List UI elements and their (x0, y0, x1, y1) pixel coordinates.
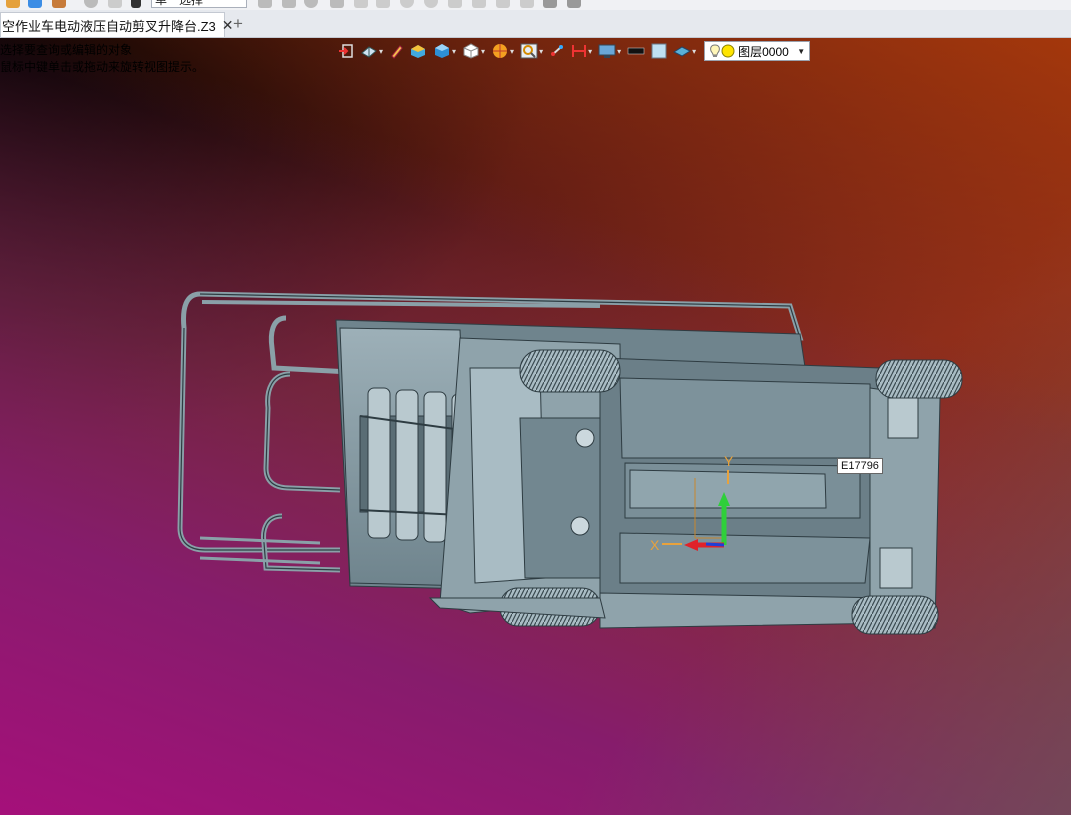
x-axis-label: X (650, 537, 660, 553)
render-button[interactable]: ▾ (489, 41, 516, 61)
redo-icon[interactable] (108, 0, 122, 8)
lightbulb-icon (710, 44, 720, 57)
document-tab-title: 空作业车电动液压自动剪叉升降台.Z3 (2, 18, 216, 34)
measure-button[interactable]: ▾ (569, 41, 594, 61)
render-sphere-icon (493, 44, 508, 58)
new-file-icon[interactable] (6, 0, 20, 8)
pick-icon[interactable] (258, 0, 272, 8)
background-color-button[interactable] (625, 41, 647, 61)
display-settings-button[interactable]: ▾ (596, 41, 623, 61)
layer-color-icon (721, 44, 735, 58)
undo-icon[interactable] (84, 0, 98, 8)
layer-name: 图层0000 (738, 44, 789, 59)
measure-icon (572, 45, 587, 57)
wireframe-mode-button[interactable]: ▾ (460, 41, 487, 61)
shaded-box-icon (411, 45, 426, 58)
pick-edge-icon[interactable] (304, 0, 318, 8)
line-icon[interactable] (354, 0, 368, 8)
scissor-lift-model[interactable] (0, 38, 1071, 815)
entity-label: E17796 (837, 458, 883, 474)
pick-point-icon[interactable] (330, 0, 344, 8)
selection-filter-input[interactable]: 单一选择 (151, 0, 247, 8)
display-settings-icon (598, 44, 616, 58)
chevron-down-icon[interactable]: ▼ (797, 47, 805, 56)
pan-icon (551, 45, 564, 56)
settings-gear-icon[interactable] (543, 0, 557, 8)
sketch-icon[interactable] (496, 0, 510, 8)
box-white-icon (463, 43, 479, 59)
y-axis-label: Y (724, 453, 734, 469)
display-mode-button[interactable]: ▾ (431, 41, 458, 61)
layer-select[interactable]: 图层0000 ▼ (704, 41, 811, 61)
view-toolbar: ▾ ▾ ▾ ▾ ▾ ▾ ▾ ▾ 图层0000 ▼ (336, 40, 811, 62)
filter-icon[interactable] (131, 0, 141, 8)
view-orient-icon (361, 46, 377, 58)
box-blue-icon (435, 44, 450, 58)
pick-face-icon[interactable] (282, 0, 296, 8)
graphics-viewport[interactable]: 选择要查询或编辑的对象 鼠标中键单击或拖动来旋转视图提示。 ▾ ▾ ▾ ▾ ▾ (0, 38, 1071, 815)
spline-icon[interactable] (448, 0, 462, 8)
open-file-icon[interactable] (28, 0, 42, 8)
zoom-button[interactable]: ▾ (518, 41, 545, 61)
arc-icon[interactable] (424, 0, 438, 8)
plane-icon (673, 46, 692, 57)
black-rect-icon (627, 47, 645, 55)
z-axis-arrow (705, 542, 725, 547)
options-gear-icon[interactable] (567, 0, 581, 8)
shaded-mode-button[interactable] (407, 41, 429, 61)
exit-sketch-button[interactable] (336, 41, 356, 61)
view-orient-button[interactable]: ▾ (358, 41, 385, 61)
sketch-pencil-button[interactable] (387, 41, 405, 61)
prompt-line-1: 选择要查询或编辑的对象 (0, 43, 133, 57)
trim-icon[interactable] (520, 0, 534, 8)
arrow-icon[interactable] (376, 0, 390, 8)
blue-rect-icon (651, 43, 667, 59)
circle-icon[interactable] (400, 0, 414, 8)
zoom-icon (520, 43, 538, 59)
face-color-button[interactable] (649, 41, 669, 61)
document-tab[interactable]: 空作业车电动液压自动剪叉升降台.Z3 ✕ (0, 12, 234, 37)
pencil-icon (391, 45, 403, 59)
add-tab-icon[interactable]: + (233, 14, 243, 34)
close-icon[interactable]: ✕ (222, 17, 234, 34)
exit-sketch-icon (339, 44, 353, 58)
document-tab-bar: 空作业车电动液压自动剪叉升降台.Z3 ✕ + (0, 10, 1071, 38)
prompt-line-2: 鼠标中键单击或拖动来旋转视图提示。 (0, 60, 205, 74)
coordinate-triad: Y X (650, 453, 734, 553)
save-file-icon[interactable] (52, 0, 66, 8)
curve-icon[interactable] (472, 0, 486, 8)
plane-display-button[interactable]: ▾ (671, 41, 698, 61)
pan-button[interactable] (547, 41, 567, 61)
